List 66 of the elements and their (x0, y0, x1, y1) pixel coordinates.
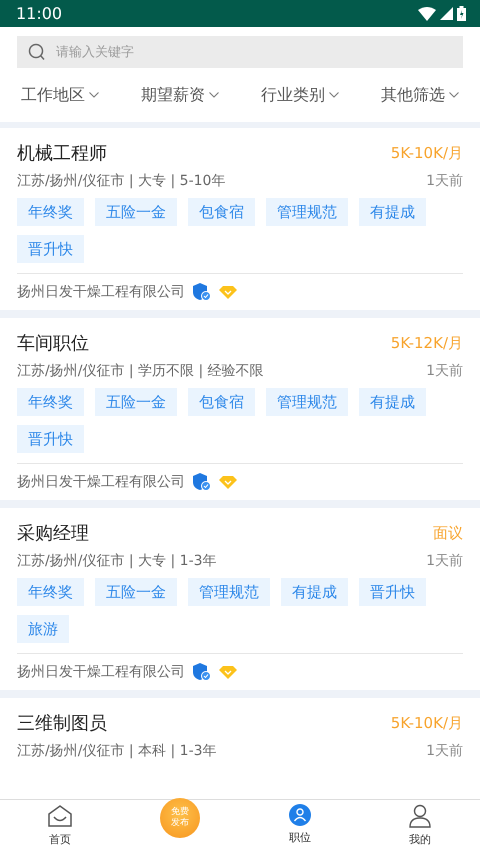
benefit-tag: 有提成 (359, 198, 426, 226)
posted-time: 1天前 (426, 172, 463, 191)
benefit-tag: 五险一金 (95, 198, 177, 226)
home-icon (47, 804, 73, 828)
benefit-tag: 管理规范 (188, 578, 270, 606)
company-name: 扬州日发干燥工程有限公司 (17, 282, 185, 302)
salary: 5K-12K/月 (390, 333, 463, 354)
person-icon (409, 804, 431, 828)
posted-time: 1天前 (426, 742, 463, 761)
job-details: 江苏/扬州/仪征市 | 大专 | 5-10年 (17, 172, 226, 191)
benefit-tag: 年终奖 (17, 388, 84, 416)
job-details: 江苏/扬州/仪征市 | 本科 | 1-3年 (17, 742, 217, 761)
filter-dropdown[interactable]: 期望薪资 (141, 83, 219, 107)
signal-icon (440, 7, 453, 20)
salary: 面议 (433, 523, 463, 544)
benefit-tag: 包食宿 (188, 198, 255, 226)
filter-dropdown[interactable]: 行业类别 (261, 83, 339, 107)
filter-dropdown[interactable]: 工作地区 (21, 83, 99, 107)
battery-icon (457, 6, 466, 21)
salary: 5K-10K/月 (390, 143, 463, 164)
salary: 5K-10K/月 (390, 713, 463, 734)
benefit-tag: 晋升快 (17, 235, 84, 263)
benefit-tag: 晋升快 (17, 425, 84, 453)
nav-tab[interactable]: 我的 (360, 800, 480, 853)
benefit-tag: 晋升快 (359, 578, 426, 606)
search-field[interactable]: 请输入关键字 (17, 36, 463, 68)
posted-time: 1天前 (426, 552, 463, 571)
job-title: 车间职位 (17, 332, 89, 356)
benefit-tag: 年终奖 (17, 198, 84, 226)
benefit-tag: 有提成 (359, 388, 426, 416)
benefit-tag: 五险一金 (95, 578, 177, 606)
caret-icon (89, 92, 99, 98)
benefit-tag: 包食宿 (188, 388, 255, 416)
person-icon (289, 804, 311, 826)
diamond-icon (219, 286, 237, 298)
benefit-tag: 旅游 (17, 615, 69, 643)
caret-icon (209, 92, 219, 98)
benefit-tag: 管理规范 (266, 198, 348, 226)
benefit-tag: 管理规范 (266, 388, 348, 416)
verified-shield-icon (193, 663, 211, 681)
caret-icon (449, 92, 459, 98)
posted-time: 1天前 (426, 362, 463, 381)
job-card[interactable]: 三维制图员 5K-10K/月 江苏/扬州/仪征市 | 本科 | 1-3年 1天前 (0, 698, 480, 799)
filter-dropdown[interactable]: 其他筛选 (381, 83, 459, 107)
job-title: 三维制图员 (17, 712, 107, 736)
company-name: 扬州日发干燥工程有限公司 (17, 662, 185, 682)
verified-shield-icon (193, 283, 211, 301)
nav-tab[interactable]: 职位 (240, 800, 360, 853)
benefit-tag: 五险一金 (95, 388, 177, 416)
benefit-tag: 年终奖 (17, 578, 84, 606)
caret-icon (329, 92, 339, 98)
nav-tab[interactable]: 首页 (0, 800, 120, 853)
job-card[interactable]: 机械工程师 5K-10K/月 江苏/扬州/仪征市 | 大专 | 5-10年 1天前 年终奖 五险一金 包食宿 管理规范 有提成 晋升快 扬州日发干燥工程有限公司 (0, 128, 480, 310)
wifi-icon (418, 6, 436, 20)
company-name: 扬州日发干燥工程有限公司 (17, 472, 185, 492)
job-details: 江苏/扬州/仪征市 | 学历不限 | 经验不限 (17, 362, 264, 381)
benefit-tag: 有提成 (281, 578, 348, 606)
job-card[interactable]: 车间职位 5K-12K/月 江苏/扬州/仪征市 | 学历不限 | 经验不限 1天前 年终奖 五险一金 包食宿 管理规范 有提成 晋升快 扬州日发干燥工程有限公司 (0, 318, 480, 500)
diamond-icon (219, 476, 237, 488)
diamond-icon (219, 666, 237, 678)
job-card[interactable]: 采购经理 面议 江苏/扬州/仪征市 | 大专 | 1-3年 1天前 年终奖 五险一金 管理规范 有提成 晋升快 旅游 扬州日发干燥工程有限公司 (0, 508, 480, 690)
verified-shield-icon (193, 473, 211, 491)
job-title: 采购经理 (17, 522, 89, 546)
status-time: 11:00 (16, 2, 62, 24)
job-details: 江苏/扬州/仪征市 | 大专 | 1-3年 (17, 552, 217, 571)
job-title: 机械工程师 (17, 142, 107, 166)
